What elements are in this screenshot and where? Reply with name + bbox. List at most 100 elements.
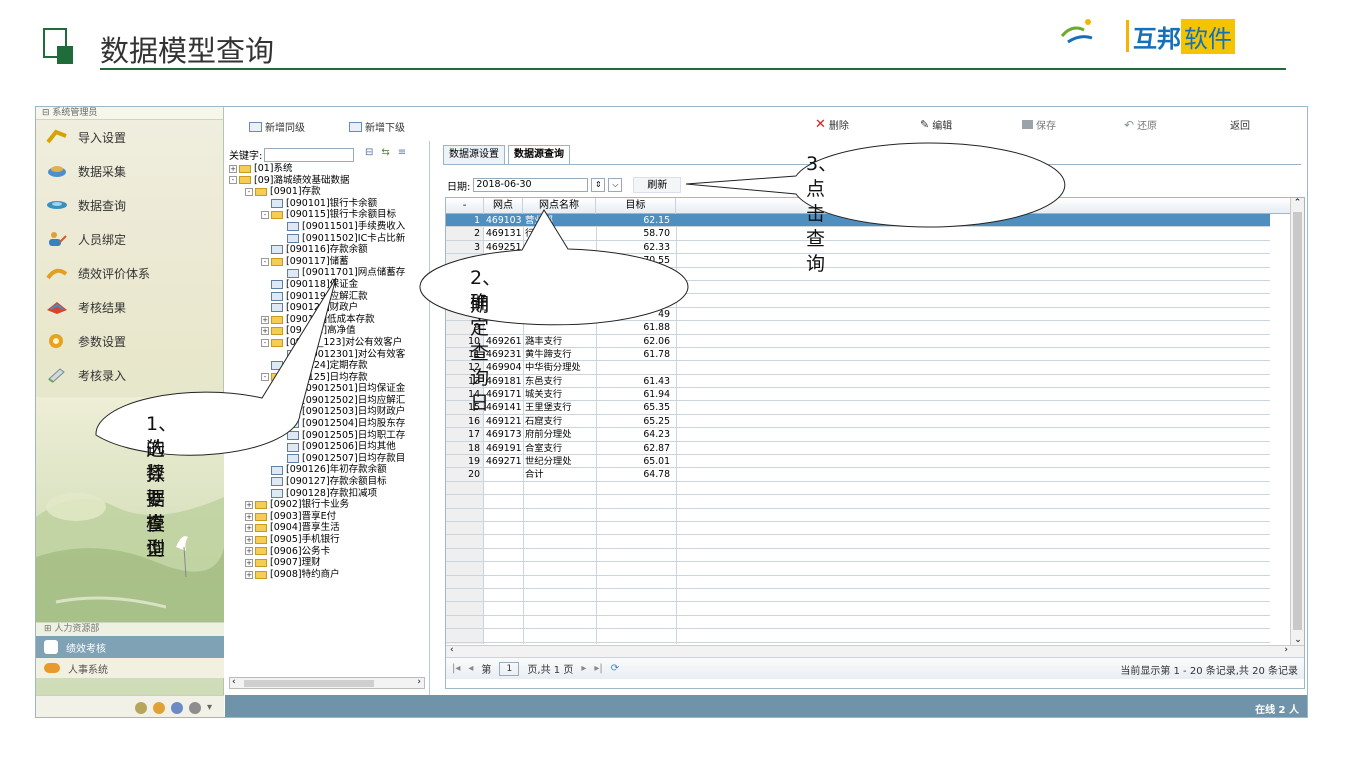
expand-toggle-icon[interactable]: + (245, 512, 253, 521)
collapse-toggle-icon[interactable]: - (261, 257, 269, 266)
sidebar-item-evaluation[interactable]: 绩效评价体系 (36, 256, 223, 290)
date-input[interactable]: 2018-06-30 (473, 178, 589, 192)
collapse-toggle-icon[interactable]: - (245, 187, 253, 196)
tree-node[interactable]: [090124]定期存款 (229, 360, 427, 372)
sidebar-hr-dept[interactable]: ⊞ 人力资源部 (36, 622, 224, 636)
sidebar-item-collect[interactable]: 数据采集 (36, 154, 223, 188)
save-button[interactable]: 保存 (1022, 117, 1056, 132)
collapse-toggle-icon[interactable]: - (261, 211, 269, 220)
search-icon[interactable]: ⊟ (365, 147, 373, 158)
grid-col-rownum[interactable]: - (446, 198, 484, 214)
scroll-left-icon[interactable]: ‹ (232, 677, 236, 687)
tree-node[interactable]: [090118]保证金 (229, 279, 427, 291)
table-row[interactable]: 19 469271 世纪分理处 65.01 (446, 455, 1270, 469)
sidebar-item-query[interactable]: 数据查询 (36, 188, 223, 222)
collapse-toggle-icon[interactable]: - (229, 176, 237, 185)
last-page-icon[interactable]: ▸| (594, 663, 602, 674)
table-row[interactable]: 2 469131 行 58.70 (446, 227, 1270, 241)
collapse-icon[interactable]: ≡ (398, 147, 406, 158)
scroll-right-icon[interactable]: › (417, 677, 421, 687)
page-input[interactable]: 1 (499, 661, 520, 676)
expand-toggle-icon[interactable]: + (245, 535, 253, 544)
collapse-toggle-icon[interactable]: - (261, 373, 269, 382)
grid-vertical-scrollbar[interactable]: ⌃ ⌄ (1290, 198, 1304, 645)
sidebar-active-module[interactable]: 绩效考核 (36, 636, 224, 658)
tree-node[interactable]: + [0907]理财 (229, 557, 427, 569)
expand-toggle-icon[interactable]: + (245, 570, 253, 579)
back-button[interactable]: 返回 (1230, 117, 1250, 132)
expand-toggle-icon[interactable]: + (261, 315, 269, 324)
tree-node[interactable]: - [0901]存款 (229, 186, 427, 198)
expand-toggle-icon[interactable]: + (229, 164, 237, 173)
prev-page-icon[interactable]: ◂ (468, 663, 473, 674)
table-row[interactable]: 16 469121 石窟支行 65.25 (446, 415, 1270, 429)
add-same-level-button[interactable]: 新增同级 (249, 119, 305, 134)
tree-node[interactable]: - [090115]银行卡余额目标 (229, 209, 427, 221)
tree-node[interactable]: +[09__22]高净值 (229, 325, 427, 337)
sidebar-header[interactable]: ⊟ 系统管理员 (36, 107, 223, 120)
tab-datasource-query[interactable]: 数据源查询 (508, 145, 570, 165)
table-row[interactable]: 20 合计 64.78 (446, 468, 1270, 482)
reload-icon[interactable]: ⟳ (611, 663, 619, 674)
table-row[interactable]: 12 469904 中华街分理处 (446, 361, 1270, 375)
next-page-icon[interactable]: ▸ (581, 663, 586, 674)
tree-node[interactable]: [090101]银行卡余额 (229, 198, 427, 210)
keyword-input[interactable] (264, 147, 355, 162)
grid-col-target[interactable]: 目标 (596, 198, 676, 214)
grid-horizontal-scrollbar[interactable]: ‹ › (446, 645, 1304, 657)
tree-node[interactable]: [09012301]对公有效客 (229, 349, 427, 361)
tree-node[interactable]: + [0906]公务卡 (229, 546, 427, 558)
expand-toggle-icon[interactable]: + (245, 501, 253, 510)
expand-icon[interactable]: ⇆ (381, 147, 389, 158)
tree-node[interactable]: [090116]存款余额 (229, 244, 427, 256)
table-row[interactable]: 15 469141 王里堡支行 65.35 (446, 401, 1270, 415)
sidebar-hr-system[interactable]: 人事系统 (36, 658, 224, 678)
tree-node[interactable]: + [0908]特约商户 (229, 569, 427, 581)
table-row[interactable]: 11 469231 黄牛蹄支行 61.78 (446, 348, 1270, 362)
expand-toggle-icon[interactable]: + (245, 524, 253, 533)
table-row[interactable]: 10 469261 潞丰支行 62.06 (446, 335, 1270, 348)
table-row[interactable]: 13 469181 东邑支行 61.43 (446, 375, 1270, 389)
first-page-icon[interactable]: |◂ (452, 663, 460, 674)
tree-node[interactable]: [09011701]网点储蓄存 (229, 267, 427, 279)
scroll-left-icon[interactable]: ‹ (450, 645, 454, 655)
collapse-toggle-icon[interactable]: - (261, 338, 269, 347)
grid-col-branch-name[interactable]: 网点名称 (523, 198, 596, 214)
tree-node[interactable]: - [090117]储蓄 (229, 256, 427, 268)
expand-toggle-icon[interactable]: + (261, 327, 269, 336)
date-spinner[interactable]: ⇕ (591, 178, 606, 192)
tree-node[interactable]: + [0904]晋享生活 (229, 522, 427, 534)
grid-col-branch-code[interactable]: 网点 (484, 198, 523, 214)
tool-dropdown-icon[interactable]: ▾ (207, 702, 212, 713)
add-sub-level-button[interactable]: 新增下级 (349, 119, 405, 134)
tree-node[interactable]: [090128]存款扣减项 (229, 488, 427, 500)
sidebar-item-person-bind[interactable]: 人员绑定 (36, 222, 223, 256)
tree-node[interactable]: + [0902]银行卡业务 (229, 499, 427, 511)
date-dropdown-icon[interactable]: ⌵ (608, 178, 623, 192)
table-row[interactable]: 17 469173 府前分理处 64.23 (446, 428, 1270, 442)
table-row[interactable]: 18 469191 合室支行 62.87 (446, 442, 1270, 456)
sidebar-item-import[interactable]: 导入设置 (36, 120, 223, 154)
tree-horizontal-scrollbar[interactable]: ‹ › (229, 677, 425, 689)
tool-person-icon[interactable] (170, 701, 183, 714)
expand-toggle-icon[interactable]: + (245, 558, 253, 567)
tree-node[interactable]: + [0901__]低成本存款 (229, 314, 427, 326)
tree-node[interactable]: [09011501]手续费收入 (229, 221, 427, 233)
refresh-button[interactable]: 刷新 (633, 177, 682, 193)
restore-button[interactable]: ↶ 还原 (1124, 117, 1157, 133)
tree-node[interactable]: [09011502]IC卡占比新 (229, 233, 427, 245)
scroll-up-icon[interactable]: ⌃ (1291, 198, 1304, 208)
tool-settings-icon[interactable] (188, 701, 201, 714)
tool-users-icon[interactable] (134, 701, 147, 714)
tree-node[interactable]: - [0901__123]对公有效客户 (229, 337, 427, 349)
expand-toggle-icon[interactable]: + (245, 547, 253, 556)
tree-node[interactable]: - [090125]日均存款 (229, 372, 427, 384)
sidebar-item-settings[interactable]: 参数设置 (36, 324, 223, 358)
tree-node[interactable]: + [0905]手机银行 (229, 534, 427, 546)
sidebar-item-entry[interactable]: 考核录入 (36, 358, 223, 392)
table-row[interactable]: 14 469171 城关支行 61.94 (446, 388, 1270, 402)
tab-datasource-settings[interactable]: 数据源设置 (443, 145, 505, 165)
sidebar-item-result[interactable]: 考核结果 (36, 290, 223, 324)
tree-node[interactable]: + [0903]晋享E付 (229, 511, 427, 523)
scroll-right-icon[interactable]: › (1284, 645, 1288, 655)
